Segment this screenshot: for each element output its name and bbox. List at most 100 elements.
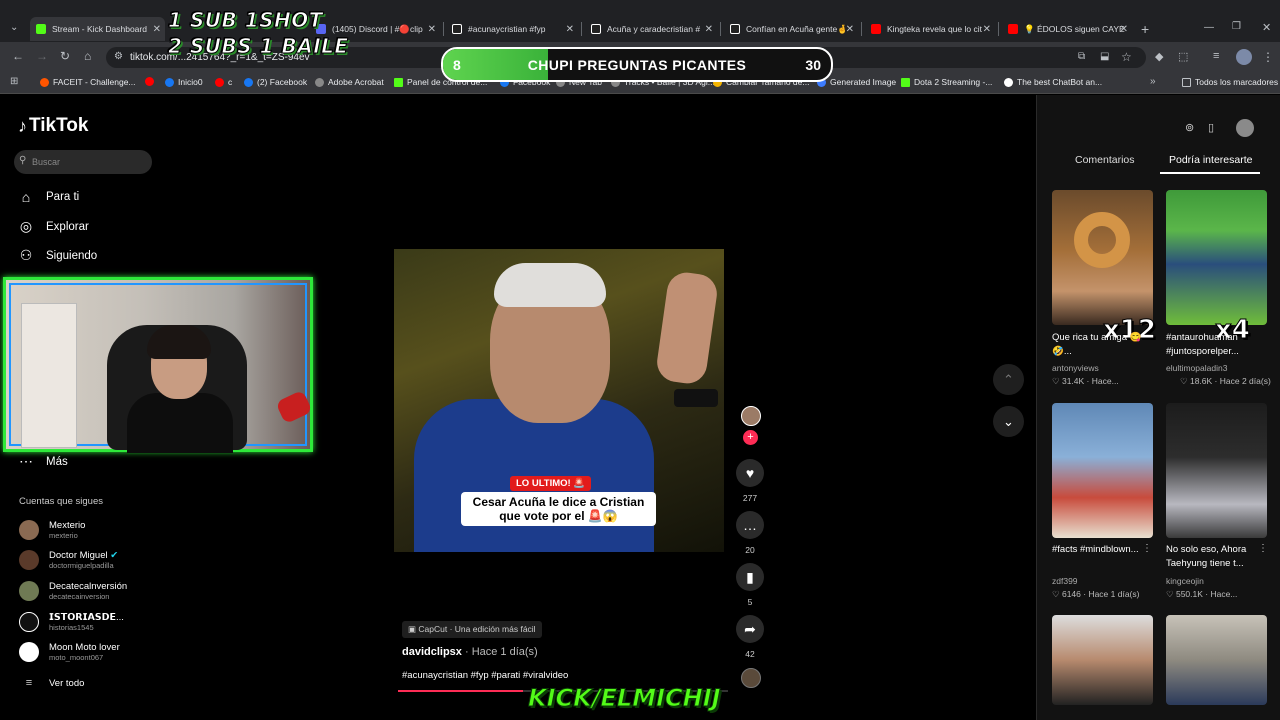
- bookmark-inicio[interactable]: [145, 77, 158, 86]
- following-item[interactable]: 𝗜𝗦𝗧𝗢𝗥𝗜𝗔𝗦𝗗𝗘... historias1545: [19, 612, 124, 632]
- following-item[interactable]: Doctor Miguel ✔ doctormiguelpadilla: [19, 550, 118, 570]
- upload-icon[interactable]: ⊚: [1185, 121, 1194, 134]
- author-name: davidclipsx: [402, 646, 462, 658]
- bookmark-generated[interactable]: Generated Image: [817, 77, 896, 87]
- card-author[interactable]: zdf399: [1052, 576, 1078, 586]
- site-info-icon[interactable]: ⚙: [114, 51, 123, 62]
- video-card-thumbnail[interactable]: [1166, 615, 1267, 705]
- device-icon[interactable]: ▯: [1208, 121, 1214, 134]
- bookmark-inicio0[interactable]: Inicio0: [165, 77, 203, 87]
- media-icon[interactable]: ≡: [1213, 50, 1219, 62]
- bookmark-icon: ▮: [736, 563, 764, 591]
- profile-avatar[interactable]: [1236, 49, 1252, 65]
- tab-youtube-idolos[interactable]: 💡 ÉDOLOS siguen CAYE ✕: [1002, 17, 1132, 41]
- card-author[interactable]: kingceojin: [1166, 576, 1204, 586]
- video-card-thumbnail[interactable]: [1052, 190, 1153, 325]
- sub-goal-line1: 1 SUB 1SHOT: [168, 8, 323, 33]
- avatar: [19, 581, 39, 601]
- close-icon[interactable]: ✕: [566, 24, 574, 35]
- creator-avatar[interactable]: [741, 406, 761, 426]
- tab-tiktok-video[interactable]: #acunaycristian #fyp ✕: [446, 17, 578, 41]
- bookmark-star-icon[interactable]: ☆: [1121, 50, 1132, 64]
- next-video-button[interactable]: ⌄: [993, 406, 1024, 437]
- card-author[interactable]: elultimopaladin3: [1166, 363, 1227, 373]
- following-item[interactable]: Mexterio mexterio: [19, 520, 85, 540]
- install-icon[interactable]: ⬓: [1100, 51, 1109, 62]
- video-card-thumbnail[interactable]: [1052, 403, 1153, 538]
- card-meta: ♡ 31.4K · Hace...: [1052, 376, 1119, 386]
- puzzle-icon[interactable]: ⬚: [1178, 50, 1188, 63]
- restore-icon[interactable]: ❐: [1232, 21, 1241, 32]
- bookmark-label: Inicio0: [178, 77, 203, 87]
- extension-icon[interactable]: ◆: [1155, 50, 1163, 63]
- more-options-icon[interactable]: ⋮: [1142, 543, 1152, 554]
- close-icon[interactable]: ✕: [428, 24, 436, 35]
- close-icon[interactable]: ✕: [846, 24, 854, 35]
- card-title[interactable]: #antaurohuaman #juntosporelper...: [1166, 331, 1266, 359]
- card-meta: ♡ 550.1K · Hace...: [1166, 589, 1238, 599]
- more-options-icon[interactable]: ⋮: [1258, 543, 1268, 554]
- bookmark-facebook[interactable]: (2) Facebook: [244, 77, 307, 87]
- tab-label: Acuña y caradecristian #: [607, 24, 701, 34]
- forward-icon[interactable]: →: [36, 49, 48, 63]
- tab-tiktok-confian[interactable]: Confían en Acuña gente🤞 ✕: [724, 17, 858, 41]
- comment-button[interactable]: … 20: [734, 511, 766, 555]
- back-icon[interactable]: ←: [12, 49, 24, 63]
- reload-icon[interactable]: ↻: [60, 49, 70, 63]
- chatbot-icon: [1004, 77, 1013, 87]
- follow-plus-icon[interactable]: +: [743, 430, 758, 445]
- user-avatar[interactable]: [1236, 119, 1254, 137]
- tab-search-icon[interactable]: ⌄: [10, 22, 18, 33]
- video-hashtags[interactable]: #acunaycristian #fyp #parati #viralvideo: [402, 670, 568, 681]
- bookmark-all-folder[interactable]: Todos los marcadores: [1182, 77, 1278, 87]
- video-player[interactable]: LO ULTIMO! 🚨 Cesar Acuña le dice a Crist…: [394, 249, 724, 552]
- translate-icon[interactable]: ⧉: [1078, 51, 1085, 62]
- nav-para-ti[interactable]: ⌂ Para ti: [18, 189, 79, 205]
- nav-explorar[interactable]: ◎ Explorar: [18, 218, 89, 235]
- chevron-down-icon: ⌄: [1003, 413, 1014, 429]
- save-button[interactable]: ▮ 5: [734, 563, 766, 607]
- tab-separator: [581, 22, 582, 36]
- close-icon[interactable]: ✕: [983, 24, 991, 35]
- more-bookmarks-icon[interactable]: »: [1150, 76, 1156, 87]
- close-icon[interactable]: ✕: [1120, 24, 1128, 35]
- like-button[interactable]: ♥ 277: [734, 459, 766, 503]
- bookmark-faceit[interactable]: FACEIT - Challenge...: [40, 77, 136, 87]
- capcut-badge[interactable]: ▣ CapCut · Una edición más fácil: [402, 621, 542, 638]
- search-input[interactable]: ⚲ Buscar: [14, 150, 152, 174]
- apps-grid-icon[interactable]: ⊞: [10, 76, 18, 87]
- bookmark-c[interactable]: c: [215, 77, 232, 87]
- bookmark-acrobat[interactable]: Adobe Acrobat: [315, 77, 384, 87]
- bookmark-chatbot[interactable]: The best ChatBot an...: [1004, 77, 1102, 87]
- video-card-thumbnail[interactable]: [1052, 615, 1153, 705]
- tab-comments[interactable]: Comentarios: [1075, 154, 1135, 166]
- see-all-link[interactable]: ≡ Ver todo: [19, 677, 85, 689]
- home-browser-icon[interactable]: ⌂: [84, 49, 91, 63]
- video-card-thumbnail[interactable]: [1166, 403, 1267, 538]
- video-card-thumbnail[interactable]: [1166, 190, 1267, 325]
- video-author[interactable]: davidclipsx · Hace 1 día(s): [402, 646, 538, 658]
- share-button[interactable]: ➦ 42: [734, 615, 766, 659]
- following-item[interactable]: Decatecalnversión decatecainversion: [19, 581, 127, 601]
- tab-kick-dashboard[interactable]: Stream - Kick Dashboard ✕: [30, 17, 165, 41]
- card-author[interactable]: antonyviews: [1052, 363, 1099, 373]
- minimize-icon[interactable]: —: [1204, 22, 1214, 33]
- close-window-icon[interactable]: ✕: [1262, 21, 1271, 34]
- card-title[interactable]: #facts #mindblown...: [1052, 543, 1152, 557]
- tab-recommended[interactable]: Podría interesarte: [1169, 154, 1252, 166]
- card-title[interactable]: No solo eso, Ahora Taehyung tiene t...: [1166, 543, 1266, 571]
- close-icon[interactable]: ✕: [153, 24, 161, 35]
- tab-youtube-kingteka[interactable]: Kingteka revela que lo cit ✕: [865, 17, 995, 41]
- close-icon[interactable]: ✕: [705, 24, 713, 35]
- tiktok-logo[interactable]: ♪ TikTok: [18, 115, 88, 137]
- following-item[interactable]: Moon Moto lover moto_moont067: [19, 642, 120, 662]
- tab-tiktok-acuna[interactable]: Acuña y caradecristian # ✕: [585, 17, 717, 41]
- nav-siguiendo[interactable]: ⚇ Siguiendo: [18, 247, 97, 264]
- card-title[interactable]: Que rica tu amiga 😋🤣...: [1052, 331, 1152, 359]
- sound-avatar[interactable]: [741, 668, 761, 688]
- previous-video-button[interactable]: ⌃: [993, 364, 1024, 395]
- new-tab-icon[interactable]: +: [1141, 21, 1149, 37]
- bookmark-dota[interactable]: Dota 2 Streaming -...: [901, 77, 992, 87]
- nav-mas[interactable]: ⋯ Más: [18, 453, 68, 470]
- menu-kebab-icon[interactable]: ⋮: [1262, 50, 1274, 64]
